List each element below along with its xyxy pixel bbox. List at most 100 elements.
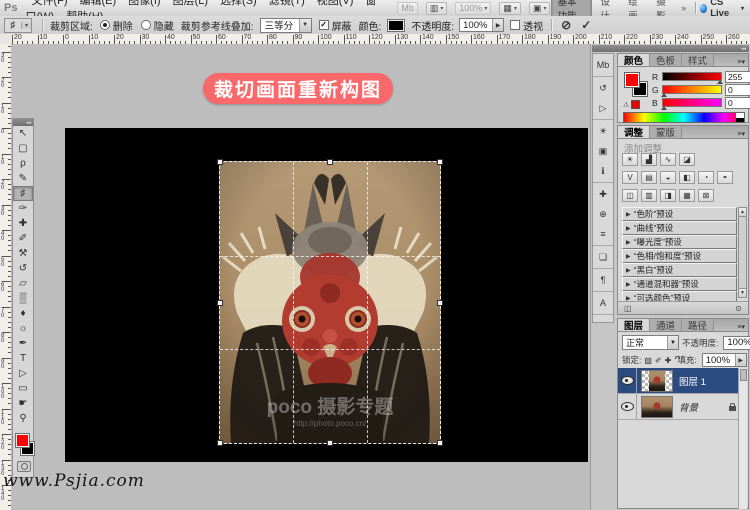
healing-brush-tool[interactable]: ✚ (13, 216, 33, 231)
channel-value-G[interactable]: 0 (725, 84, 750, 96)
preset-row-2[interactable]: ▶“曝光度”预设 (622, 235, 737, 249)
info-panel-icon[interactable]: ℹ (593, 161, 613, 181)
masks-panel-icon[interactable]: ▣ (593, 141, 613, 161)
foreground-color-swatch[interactable] (15, 433, 30, 448)
fill-field[interactable]: 100% ▶ (702, 353, 747, 367)
scroll-down-icon[interactable]: ▼ (739, 288, 746, 297)
tab-色板[interactable]: 色板 (650, 54, 682, 66)
brightness-contrast-icon[interactable]: ☀ (622, 153, 638, 166)
tab-调整[interactable]: 调整 (618, 126, 650, 138)
slider-thumb-icon[interactable] (661, 106, 667, 110)
expanded-view-icon[interactable]: ◫ (624, 304, 632, 313)
menu-item-6[interactable]: 视图(V) (311, 0, 360, 7)
menu-item-1[interactable]: 编辑(E) (74, 0, 123, 7)
crop-handle-middle-left[interactable] (217, 300, 223, 306)
blur-tool[interactable]: ♦ (13, 306, 33, 321)
layer-opacity-value[interactable]: 100% (724, 337, 750, 348)
mini-bridge-icon[interactable]: Mb (397, 2, 418, 15)
shape-tool[interactable]: ▭ (13, 381, 33, 396)
lock-transparency-icon[interactable]: ▨ (644, 356, 652, 365)
radio-dot-icon[interactable] (141, 20, 151, 30)
marquee-tool[interactable]: ▢ (13, 141, 33, 156)
toolbox-header[interactable]: ◂◂ (13, 119, 33, 126)
foreground-color-swatch[interactable] (624, 72, 640, 88)
opacity-field[interactable]: 100% ▶ (459, 18, 504, 32)
guide-overlay-select[interactable]: 三等分 ▼ (260, 18, 312, 33)
mini-bridge-panel-icon[interactable]: Mb (593, 55, 613, 75)
visibility-toggle[interactable] (618, 368, 637, 393)
eyedropper-tool[interactable]: ✑ (13, 201, 33, 216)
tab-蒙版[interactable]: 蒙版 (650, 126, 682, 138)
lock-position-icon[interactable]: ✚ (665, 356, 672, 365)
menu-item-4[interactable]: 选择(S) (214, 0, 263, 7)
move-tool[interactable]: ↖ (13, 126, 33, 141)
crop-handle-bottom-middle[interactable] (327, 440, 333, 446)
color-panel-menu-icon[interactable]: ≡▾ (734, 58, 748, 66)
expander-icon[interactable]: ▶ (626, 211, 631, 218)
tab-颜色[interactable]: 颜色 (618, 54, 650, 66)
curves-icon[interactable]: ∿ (660, 153, 676, 166)
expander-icon[interactable]: ▶ (626, 253, 631, 260)
paragraph-panel-icon[interactable]: ¶ (593, 270, 613, 290)
layer-row-1[interactable]: 背景 (618, 394, 742, 420)
preset-row-1[interactable]: ▶“曲线”预设 (622, 221, 737, 235)
view-extras-icon[interactable]: ▥▾ (426, 2, 448, 15)
commit-crop-button[interactable]: ✓ (581, 18, 591, 32)
black-white-icon[interactable]: ◧ (679, 171, 695, 184)
perspective-checkbox[interactable]: 透视 (510, 18, 543, 33)
blend-mode-select[interactable]: 正常 ▼ (622, 335, 679, 350)
selective-color-icon[interactable]: ⊠ (698, 189, 714, 202)
lock-pixels-icon[interactable]: ✐ (655, 356, 662, 365)
channel-value-R[interactable]: 255 (725, 71, 750, 83)
tab-样式[interactable]: 样式 (682, 54, 714, 66)
hue-saturation-icon[interactable]: ▤ (641, 171, 657, 184)
opacity-value[interactable]: 100% (460, 20, 492, 31)
checkbox-empty-icon[interactable] (510, 20, 520, 30)
character-panel-icon[interactable]: A (593, 293, 613, 313)
menu-item-3[interactable]: 图层(L) (167, 0, 214, 7)
visibility-toggle[interactable] (618, 394, 637, 419)
arrange-documents-icon[interactable]: ▦▾ (499, 2, 521, 15)
checkbox-checked-icon[interactable]: ✓ (319, 20, 329, 30)
history-panel-icon[interactable]: ↺ (593, 78, 613, 98)
gradient-map-icon[interactable]: ▦ (679, 189, 695, 202)
tab-路径[interactable]: 路径 (682, 319, 714, 331)
layers-panel-menu-icon[interactable]: ≡▾ (734, 323, 748, 331)
gamut-warning[interactable]: ⚠ (623, 100, 640, 109)
radio-delete[interactable]: 删除 (100, 18, 133, 33)
expander-icon[interactable]: ▶ (626, 267, 631, 274)
crop-marquee[interactable] (219, 161, 441, 444)
photo-filter-icon[interactable]: ◔ (698, 171, 714, 184)
layer-name[interactable]: 图层 1 (679, 374, 706, 388)
presets-scrollbar[interactable]: ▲ ▼ (738, 207, 747, 298)
channel-slider-R[interactable] (662, 72, 722, 81)
gradient-tool[interactable]: ▒ (13, 291, 33, 306)
channel-value-B[interactable]: 0 (725, 97, 750, 109)
layer-thumbnail[interactable] (641, 370, 673, 392)
scrollbar-thumb[interactable] (740, 369, 747, 381)
channel-slider-B[interactable] (662, 98, 722, 107)
preset-row-4[interactable]: ▶“黑白”预设 (622, 263, 737, 277)
dodge-tool[interactable]: ☼ (13, 321, 33, 336)
crop-handle-bottom-right[interactable] (437, 440, 443, 446)
history-brush-tool[interactable]: ↺ (13, 261, 33, 276)
channel-slider-G[interactable] (662, 85, 722, 94)
invert-icon[interactable]: ◫ (622, 189, 638, 202)
scroll-up-icon[interactable]: ▲ (739, 208, 746, 217)
fill-value[interactable]: 100% (703, 355, 735, 366)
layer-row-0[interactable]: 图层 1 (618, 368, 742, 394)
dock-header[interactable]: ◂◂ (592, 45, 749, 52)
shield-color-swatch[interactable] (387, 19, 405, 32)
layer-opacity-field[interactable]: 100% ▶ (723, 336, 750, 350)
crop-tool[interactable]: ♯ (13, 186, 33, 201)
crop-handle-top-middle[interactable] (327, 159, 333, 165)
expander-icon[interactable]: ▶ (626, 281, 631, 288)
expander-icon[interactable]: ▶ (626, 239, 631, 246)
adjustments-panel-menu-icon[interactable]: ≡▾ (734, 130, 748, 138)
visibility-toggle-icon[interactable]: ⊙ (735, 304, 742, 313)
radio-hide[interactable]: 隐藏 (141, 18, 174, 33)
spinner-icon[interactable]: ▶ (492, 19, 503, 31)
crop-handle-middle-right[interactable] (437, 300, 443, 306)
menu-item-0[interactable]: 文件(F) (25, 0, 73, 7)
menu-item-2[interactable]: 图像(I) (122, 0, 166, 7)
